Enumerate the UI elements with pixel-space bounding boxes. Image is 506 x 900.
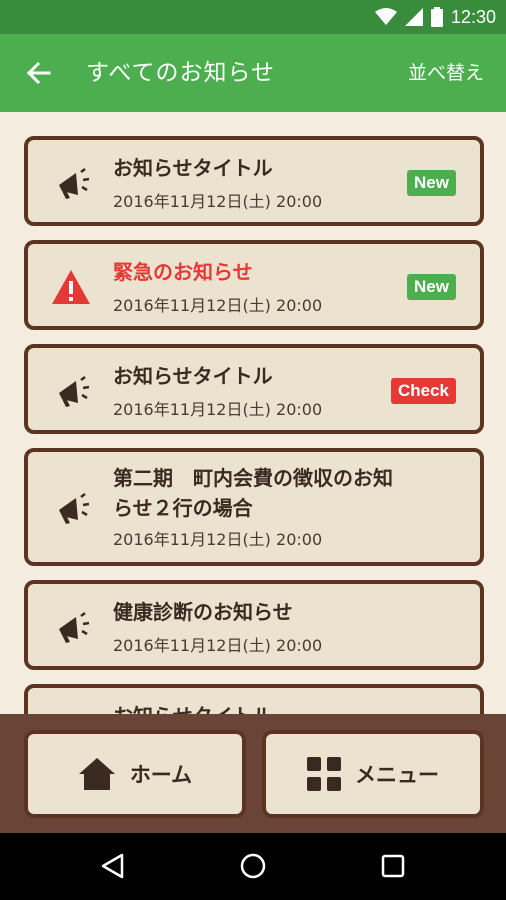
notice-card[interactable]: 健康診断のお知らせ 2016年11月12日(土) 20:00	[24, 580, 484, 670]
notice-title: 健康診断のお知らせ	[113, 600, 293, 624]
megaphone-icon	[59, 376, 90, 407]
warning-icon	[52, 270, 90, 304]
notice-card[interactable]: お知らせタイトル	[24, 684, 484, 714]
app-bar: すべてのお知らせ 並べ替え	[0, 34, 506, 112]
notice-date: 2016年11月12日(土) 20:00	[113, 296, 323, 315]
status-bar: 12:30	[0, 0, 506, 34]
notice-date: 2016年11月12日(土) 20:00	[113, 192, 323, 211]
notice-title: 緊急のお知らせ	[113, 260, 253, 284]
menu-button-label: メニュー	[355, 763, 439, 787]
wifi-icon	[374, 8, 397, 25]
back-arrow-icon	[26, 61, 51, 85]
bottom-nav: ホーム メニュー	[0, 714, 506, 833]
notice-date: 2016年11月12日(土) 20:00	[113, 400, 323, 419]
megaphone-icon	[59, 493, 90, 524]
status-time: 12:30	[450, 6, 496, 27]
new-badge: New	[407, 274, 456, 300]
sort-button[interactable]: 並べ替え	[408, 56, 484, 90]
home-circle-icon[interactable]	[238, 851, 268, 881]
notice-date: 2016年11月12日(土) 20:00	[113, 530, 323, 549]
page-title: すべてのお知らせ	[86, 60, 276, 86]
recents-square-icon[interactable]	[378, 851, 408, 881]
notice-card[interactable]: お知らせタイトル 2016年11月12日(土) 20:00 New	[24, 136, 484, 226]
signal-icon	[404, 8, 423, 26]
back-triangle-icon[interactable]	[98, 851, 128, 881]
notice-date: 2016年11月12日(土) 20:00	[113, 636, 323, 655]
notice-title: お知らせタイトル	[113, 156, 273, 180]
menu-button[interactable]: メニュー	[262, 730, 484, 818]
notice-title: お知らせタイトル	[113, 702, 273, 714]
notice-list[interactable]: お知らせタイトル 2016年11月12日(土) 20:00 New 緊急のお知ら…	[0, 112, 506, 714]
notice-card-urgent[interactable]: 緊急のお知らせ 2016年11月12日(土) 20:00 New	[24, 240, 484, 330]
battery-icon	[430, 7, 443, 27]
check-badge: Check	[390, 378, 456, 404]
status-icons: 12:30	[374, 0, 496, 34]
notice-card[interactable]: お知らせタイトル 2016年11月12日(土) 20:00 Check	[24, 344, 484, 434]
notice-title: お知らせタイトル	[113, 364, 273, 388]
new-badge: New	[407, 170, 456, 196]
notice-title-line-1: 第二期 町内会費の徴収のお知	[113, 466, 393, 490]
notice-card[interactable]: 第二期 町内会費の徴収のお知 らせ２行の場合 2016年11月12日(土) 20…	[24, 448, 484, 566]
system-nav-bar	[0, 833, 506, 900]
home-icon	[78, 758, 115, 790]
megaphone-icon	[59, 168, 90, 199]
notice-title-line-2: らせ２行の場合	[113, 496, 253, 520]
grid-icon	[307, 757, 341, 791]
megaphone-icon	[59, 612, 90, 643]
home-button[interactable]: ホーム	[24, 730, 246, 818]
home-button-label: ホーム	[129, 763, 193, 787]
back-button[interactable]	[18, 56, 58, 90]
